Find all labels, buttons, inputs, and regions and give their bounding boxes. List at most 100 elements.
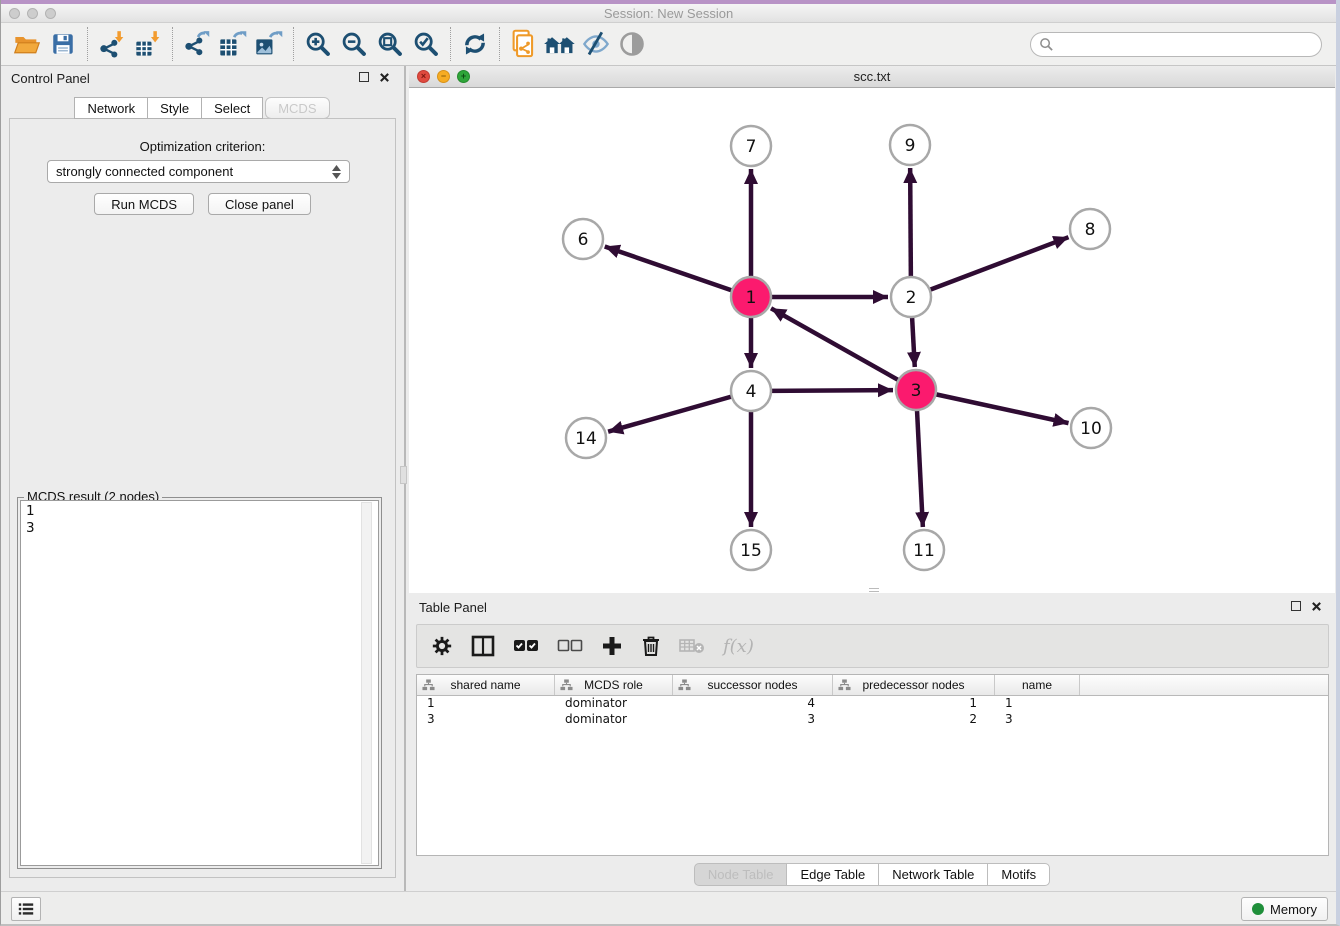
edge-3-11[interactable]	[917, 410, 923, 527]
edge-2-8[interactable]	[930, 237, 1069, 290]
column-header-successor-nodes[interactable]: successor nodes	[673, 675, 833, 695]
node-11[interactable]: 11	[904, 530, 944, 570]
close-panel-button[interactable]: Close panel	[208, 193, 311, 215]
column-header-shared-name[interactable]: shared name	[417, 675, 555, 695]
cell-name[interactable]: 1	[995, 696, 1080, 712]
node-9[interactable]: 9	[890, 125, 930, 165]
apply-layout-icon[interactable]	[457, 27, 493, 61]
node-14[interactable]: 14	[566, 418, 606, 458]
split-panel-icon[interactable]	[471, 635, 495, 657]
tab-select[interactable]: Select	[201, 97, 263, 119]
column-header-predecessor-nodes[interactable]: predecessor nodes	[833, 675, 995, 695]
node-6[interactable]: 6	[563, 219, 603, 259]
network-canvas[interactable]: 7 9 6 8 1 2 4 3 14 10 15 11	[409, 88, 1335, 593]
node-15[interactable]: 15	[731, 530, 771, 570]
toolbar-separator	[450, 27, 451, 61]
table-row[interactable]: 3dominator323	[417, 712, 1328, 728]
edge-4-14[interactable]	[608, 396, 732, 431]
node-label-4: 4	[746, 382, 757, 402]
export-table-icon[interactable]	[215, 27, 251, 61]
node-2[interactable]: 2	[891, 277, 931, 317]
cell-MCDS-role[interactable]: dominator	[555, 696, 673, 712]
run-mcds-button[interactable]: Run MCDS	[94, 193, 194, 215]
edge-3-1[interactable]	[771, 308, 899, 380]
tab-network-table[interactable]: Network Table	[878, 863, 988, 886]
table-body: 1dominator4113dominator323	[417, 696, 1328, 728]
cell-MCDS-role[interactable]: dominator	[555, 712, 673, 728]
show-details-icon[interactable]	[614, 27, 650, 61]
search-icon	[1039, 37, 1054, 52]
node-3[interactable]: 3	[896, 370, 936, 410]
hide-details-icon[interactable]	[578, 27, 614, 61]
result-scrollbar[interactable]	[361, 502, 372, 864]
zoom-in-icon[interactable]	[300, 27, 336, 61]
column-header-name[interactable]: name	[995, 675, 1080, 695]
network-window-title: scc.txt	[409, 69, 1335, 84]
cell-shared-name[interactable]: 3	[417, 712, 555, 728]
edge-2-9[interactable]	[910, 168, 911, 277]
panel-splitter-handle[interactable]	[400, 466, 407, 484]
cell-shared-name[interactable]: 1	[417, 696, 555, 712]
close-table-panel-icon[interactable]	[1311, 601, 1322, 612]
toolbar-separator	[87, 27, 88, 61]
add-column-icon[interactable]	[601, 635, 623, 657]
edge-2-3[interactable]	[912, 317, 915, 367]
zoom-out-icon[interactable]	[336, 27, 372, 61]
export-network-icon[interactable]	[179, 27, 215, 61]
tab-mcds[interactable]: MCDS	[265, 97, 329, 119]
delete-column-icon[interactable]	[641, 635, 661, 657]
function-builder-icon[interactable]: f(x)	[723, 636, 754, 657]
zoom-selected-icon[interactable]	[408, 27, 444, 61]
select-all-icon[interactable]	[513, 639, 539, 653]
table-row[interactable]: 1dominator411	[417, 696, 1328, 712]
table-panel-title: Table Panel	[419, 600, 487, 615]
control-panel-tabs: NetworkStyleSelectMCDS	[1, 97, 404, 119]
tab-motifs[interactable]: Motifs	[987, 863, 1050, 886]
mcds-panel: Optimization criterion: strongly connect…	[9, 118, 396, 878]
import-network-icon[interactable]	[94, 27, 130, 61]
criterion-select[interactable]: strongly connected component	[47, 160, 350, 183]
graphics-details-icon[interactable]	[542, 27, 578, 61]
edge-1-6[interactable]	[605, 247, 732, 291]
cell-predecessor-nodes[interactable]: 1	[833, 696, 995, 712]
tab-network[interactable]: Network	[74, 97, 148, 119]
memory-button[interactable]: Memory	[1241, 897, 1328, 921]
cell-name[interactable]: 3	[995, 712, 1080, 728]
control-panel-title: Control Panel	[11, 71, 90, 86]
window-resize-handle[interactable]	[869, 588, 879, 592]
mcds-result-text: 1 3	[26, 503, 35, 537]
node-1[interactable]: 1	[731, 277, 771, 317]
float-panel-icon[interactable]	[359, 72, 369, 82]
control-panel: Control Panel NetworkStyleSelectMCDS Opt…	[1, 66, 406, 891]
zoom-fit-icon[interactable]	[372, 27, 408, 61]
deselect-all-icon[interactable]	[557, 639, 583, 653]
node-8[interactable]: 8	[1070, 209, 1110, 249]
cell-successor-nodes[interactable]: 3	[673, 712, 833, 728]
tab-edge-table[interactable]: Edge Table	[786, 863, 879, 886]
network-window-titlebar[interactable]: × − + scc.txt	[409, 66, 1335, 88]
close-panel-icon[interactable]	[379, 72, 390, 83]
node-10[interactable]: 10	[1071, 408, 1111, 448]
node-label-8: 8	[1085, 220, 1096, 240]
column-header-MCDS-role[interactable]: MCDS role	[555, 675, 673, 695]
table-toolbar: f(x)	[416, 624, 1329, 668]
tab-style[interactable]: Style	[147, 97, 202, 119]
edge-4-3[interactable]	[771, 390, 893, 391]
tab-node-table[interactable]: Node Table	[694, 863, 788, 886]
save-session-icon[interactable]	[45, 27, 81, 61]
float-table-panel-icon[interactable]	[1291, 601, 1301, 611]
task-history-button[interactable]	[11, 897, 41, 921]
import-table-icon[interactable]	[130, 27, 166, 61]
open-session-icon[interactable]	[9, 27, 45, 61]
edge-3-10[interactable]	[936, 394, 1069, 423]
cell-successor-nodes[interactable]: 4	[673, 696, 833, 712]
search-input[interactable]	[1030, 32, 1322, 57]
delete-table-icon[interactable]	[679, 637, 705, 655]
cell-predecessor-nodes[interactable]: 2	[833, 712, 995, 728]
table-settings-icon[interactable]	[431, 635, 453, 657]
new-network-from-selection-icon[interactable]	[506, 27, 542, 61]
export-image-icon[interactable]	[251, 27, 287, 61]
node-4[interactable]: 4	[731, 371, 771, 411]
mcds-result-box[interactable]: 1 3	[20, 500, 379, 866]
node-7[interactable]: 7	[731, 126, 771, 166]
